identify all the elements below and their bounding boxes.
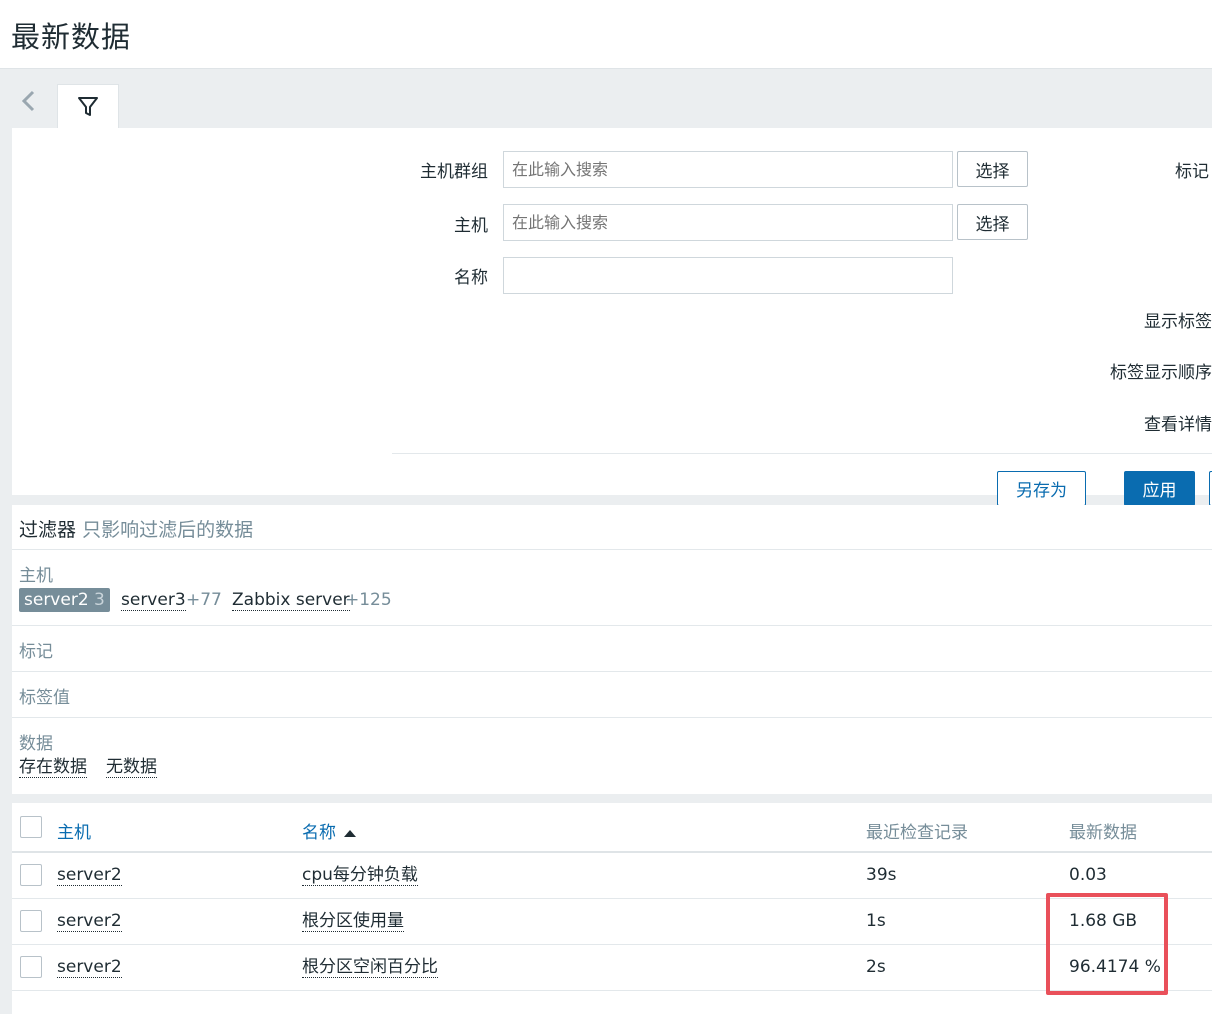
subfilter-tags-row: 标记 bbox=[12, 625, 1212, 671]
name-input[interactable] bbox=[503, 257, 953, 294]
subfilter-tag-values-row: 标签值 bbox=[12, 671, 1212, 717]
filter-icon bbox=[78, 97, 98, 116]
subfilter-tags-label: 标记 bbox=[19, 642, 53, 662]
column-last-check: 最近检查记录 bbox=[866, 823, 968, 843]
subfilter-host-name: server2 bbox=[24, 590, 89, 610]
row-name[interactable]: 根分区使用量 bbox=[302, 911, 404, 932]
table-row: server2 根分区空闲百分比 2s 96.4174 % bbox=[12, 945, 1212, 991]
name-label: 名称 bbox=[454, 268, 488, 288]
row-last-check: 39s bbox=[866, 865, 897, 885]
table-row: server2 根分区使用量 1s 1.68 GB bbox=[12, 899, 1212, 945]
tab-filter[interactable] bbox=[57, 84, 119, 129]
tag-order-label: 标签显示顺序 bbox=[1110, 363, 1212, 383]
host-groups-input[interactable] bbox=[503, 151, 953, 188]
row-name[interactable]: cpu每分钟负载 bbox=[302, 865, 418, 886]
row-checkbox[interactable] bbox=[20, 956, 42, 978]
row-name[interactable]: 根分区空闲百分比 bbox=[302, 957, 438, 978]
row-host[interactable]: server2 bbox=[57, 911, 122, 932]
subfilter-hosts-row: 主机 server2 3 server3 +77 Zabbix server +… bbox=[12, 549, 1212, 626]
host-groups-label: 主机群组 bbox=[420, 162, 488, 182]
subfilter-host-count: +77 bbox=[186, 590, 222, 610]
sort-asc-icon bbox=[344, 830, 357, 837]
hosts-select-button[interactable]: 选择 bbox=[957, 204, 1028, 240]
subfilter-hint: 只影响过滤后的数据 bbox=[82, 519, 254, 541]
page-title: 最新数据 bbox=[11, 20, 132, 54]
row-host[interactable]: server2 bbox=[57, 957, 122, 978]
page-header: 最新数据 bbox=[0, 0, 1212, 69]
subfilter-host-zabbix-server[interactable]: Zabbix server bbox=[232, 590, 350, 611]
subfilter-title: 过滤器 只影响过滤后的数据 bbox=[19, 515, 253, 542]
show-tags-label: 显示标签 bbox=[1144, 312, 1212, 332]
row-last-value: 0.03 bbox=[1069, 865, 1107, 885]
row-last-check: 1s bbox=[866, 911, 886, 931]
column-name[interactable]: 名称 bbox=[302, 818, 357, 843]
subfilter-with-data[interactable]: 存在数据 bbox=[19, 757, 87, 778]
subfilter-data-row: 数据 存在数据 无数据 bbox=[12, 717, 1212, 794]
row-last-check: 2s bbox=[866, 957, 886, 977]
show-details-label: 查看详情 bbox=[1144, 415, 1212, 435]
subfilter-panel: 过滤器 只影响过滤后的数据 主机 server2 3 server3 +77 Z… bbox=[12, 505, 1212, 794]
tags-label: 标记 bbox=[1175, 162, 1209, 182]
save-as-button[interactable]: 另存为 bbox=[997, 471, 1086, 506]
filter-divider bbox=[392, 453, 1212, 454]
latest-data-table: 主机 名称 最近检查记录 最新数据 server2 cpu每分钟负载 39s 0… bbox=[12, 803, 1212, 1014]
subfilter-host-count: 3 bbox=[94, 590, 105, 610]
hosts-input[interactable] bbox=[503, 204, 953, 241]
subfilter-without-data[interactable]: 无数据 bbox=[106, 757, 157, 778]
subfilter-tag-values-label: 标签值 bbox=[19, 688, 70, 708]
column-name-label: 名称 bbox=[302, 823, 336, 843]
table-header: 主机 名称 最近检查记录 最新数据 bbox=[12, 803, 1212, 853]
hosts-label: 主机 bbox=[454, 216, 488, 236]
subfilter-host-count: +125 bbox=[345, 590, 392, 610]
row-checkbox[interactable] bbox=[20, 910, 42, 932]
select-all-checkbox[interactable] bbox=[20, 816, 42, 838]
row-checkbox[interactable] bbox=[20, 864, 42, 886]
table-row: server2 cpu每分钟负载 39s 0.03 bbox=[12, 853, 1212, 899]
column-host[interactable]: 主机 bbox=[57, 818, 91, 843]
apply-button[interactable]: 应用 bbox=[1124, 471, 1195, 506]
subfilter-data-label: 数据 bbox=[19, 734, 53, 754]
subfilter-title-text: 过滤器 bbox=[19, 519, 77, 541]
highlight-annotation bbox=[1046, 893, 1168, 995]
subfilter-host-server3[interactable]: server3 bbox=[121, 590, 186, 611]
chevron-left-icon[interactable] bbox=[14, 86, 44, 116]
host-groups-select-button[interactable]: 选择 bbox=[957, 151, 1028, 187]
column-last-value: 最新数据 bbox=[1069, 823, 1137, 843]
subfilter-hosts-label: 主机 bbox=[19, 566, 53, 586]
subfilter-host-server2[interactable]: server2 3 bbox=[19, 588, 110, 612]
row-host[interactable]: server2 bbox=[57, 865, 122, 886]
